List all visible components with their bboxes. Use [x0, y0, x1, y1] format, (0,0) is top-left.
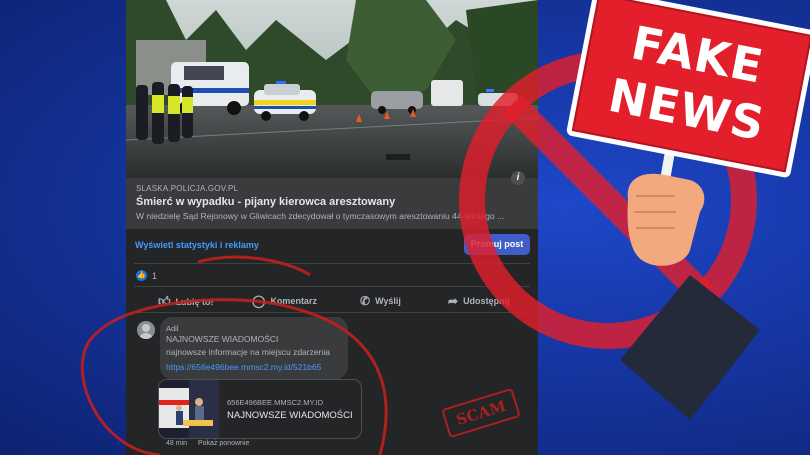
comment-bubble-icon: ◯	[252, 294, 266, 308]
comment-text-line2: najnowsze informacje na miejscu zdarzeni…	[166, 347, 330, 357]
sign-holding-arm	[620, 139, 760, 420]
preview-domain: 656E496BEE.MMSC2.MY.ID	[227, 398, 324, 407]
facebook-post-panel: SLASKA.POLICJA.GOV.PL Śmierć w wypadku -…	[126, 0, 538, 455]
comment-label: Komentarz	[270, 296, 317, 306]
share-button[interactable]: ➦ Udostępnij	[448, 294, 510, 308]
like-button[interactable]: 👍︎ Lubię to!	[158, 294, 214, 309]
comment-text-line1: NAJNOWSZE WIADOMOŚCI	[166, 334, 279, 344]
comment-button[interactable]: ◯ Komentarz	[252, 294, 317, 308]
police-scene-photo	[126, 0, 538, 178]
comment-link[interactable]: https://656e496bee.mmsc2.my.id/521b65	[166, 362, 321, 372]
like-count[interactable]: 1	[152, 271, 157, 281]
avatar[interactable]	[137, 321, 155, 339]
comment-timestamp[interactable]: 48 min	[166, 440, 187, 447]
share-arrow-icon: ➦	[448, 294, 459, 308]
send-label: Wyślij	[375, 296, 401, 306]
thumbs-up-icon: 👍︎	[158, 294, 171, 308]
divider	[134, 286, 530, 287]
view-stats-link[interactable]: Wyświetl statystyki i reklamy	[135, 240, 259, 250]
divider	[134, 263, 530, 264]
promote-post-button[interactable]: Promuj post	[464, 234, 530, 255]
fake-news-sign: FAKE NEWS	[565, 0, 810, 179]
divider	[134, 312, 530, 313]
link-description: W niedzielę Sąd Rejonowy w Gliwicach zde…	[136, 211, 505, 221]
comment-link-preview[interactable]: 656E496BEE.MMSC2.MY.ID NAJNOWSZE WIADOMO…	[158, 379, 362, 439]
link-meta[interactable]: SLASKA.POLICJA.GOV.PL Śmierć w wypadku -…	[126, 178, 538, 229]
share-label: Udostępnij	[463, 296, 510, 306]
comment-show-again[interactable]: Pokaż ponownie	[198, 440, 249, 447]
link-preview-image[interactable]	[126, 0, 538, 178]
link-title[interactable]: Śmierć w wypadku - pijany kierowca aresz…	[136, 196, 395, 208]
link-domain: SLASKA.POLICJA.GOV.PL	[136, 184, 239, 193]
preview-thumbnail	[159, 380, 219, 438]
like-reaction-icon: 👍	[136, 270, 147, 281]
preview-title: NAJNOWSZE WIADOMOŚCI	[227, 410, 353, 421]
comment-author[interactable]: Adil	[166, 324, 179, 333]
like-label: Lubię to!	[175, 296, 214, 307]
messenger-icon: ✆	[360, 294, 371, 308]
info-icon[interactable]: i	[511, 171, 525, 185]
send-button[interactable]: ✆ Wyślij	[360, 294, 401, 308]
